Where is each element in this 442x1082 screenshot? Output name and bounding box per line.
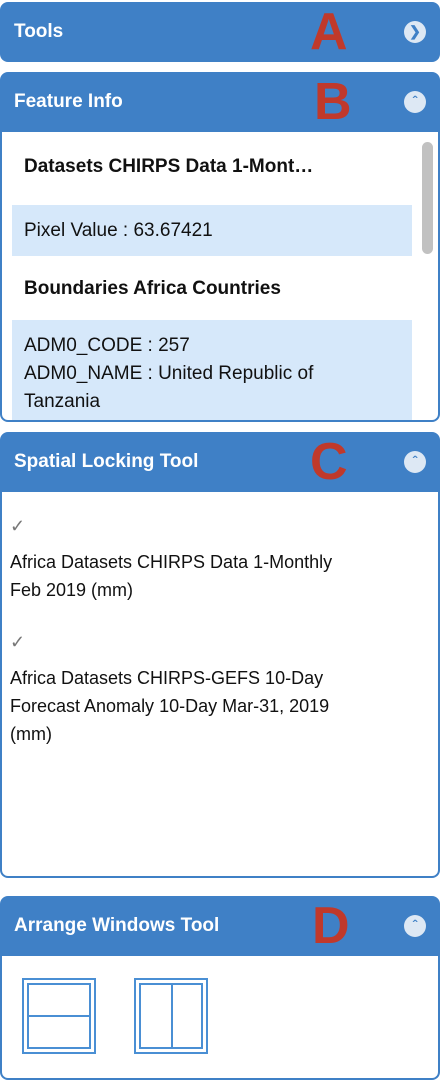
feature-info-title: Feature Info bbox=[14, 91, 123, 112]
marker-b: B bbox=[314, 73, 352, 131]
lock-layer-label-2: Africa Datasets CHIRPS-GEFS 10-Day Forec… bbox=[10, 664, 428, 748]
scrollbar-thumb[interactable] bbox=[422, 142, 433, 254]
spatial-locking-body: ✓ Africa Datasets CHIRPS Data 1-Monthly … bbox=[0, 492, 440, 878]
tools-title: Tools bbox=[14, 21, 64, 42]
lock-layer-2-line-1: Africa Datasets CHIRPS-GEFS 10-Day bbox=[10, 668, 324, 688]
tools-panel: Tools A ❯ bbox=[0, 2, 440, 62]
adm0-name: ADM0_NAME : United Republic of bbox=[24, 363, 314, 384]
adm0-name-cont: Tanzania bbox=[24, 391, 101, 412]
arrange-windows-panel: Arrange Windows Tool D ˆ bbox=[0, 896, 440, 1080]
marker-a: A bbox=[310, 3, 348, 61]
pixel-value-row: Pixel Value : 63.67421 bbox=[12, 205, 412, 256]
lock-layer-label-1: Africa Datasets CHIRPS Data 1-Monthly Fe… bbox=[10, 548, 428, 604]
lock-layer-1-line-2: Feb 2019 (mm) bbox=[10, 580, 134, 600]
spatial-locking-header[interactable]: Spatial Locking Tool C ˆ bbox=[0, 432, 440, 492]
chevron-up-icon[interactable]: ˆ bbox=[404, 915, 426, 937]
feature-info-header[interactable]: Feature Info B ˆ bbox=[0, 72, 440, 132]
lock-layer-1-line-1: Africa Datasets CHIRPS Data 1-Monthly bbox=[10, 552, 333, 572]
feature-info-panel: Feature Info B ˆ Datasets CHIRPS Data 1-… bbox=[0, 72, 440, 422]
arrange-windows-title: Arrange Windows Tool bbox=[14, 915, 220, 936]
lock-checkbox-2[interactable]: ✓ bbox=[10, 633, 26, 651]
feature-info-scrollbar[interactable] bbox=[418, 132, 436, 420]
chevron-right-icon[interactable]: ❯ bbox=[404, 21, 426, 43]
boundaries-heading: Boundaries Africa Countries bbox=[24, 278, 281, 299]
marker-d: D bbox=[312, 897, 350, 955]
spatial-locking-title: Spatial Locking Tool bbox=[14, 451, 199, 472]
lock-layer-2-line-2: Forecast Anomaly 10-Day Mar-31, 2019 bbox=[10, 696, 330, 716]
tools-header[interactable]: Tools A ❯ bbox=[0, 2, 440, 62]
chevron-up-icon[interactable]: ˆ bbox=[404, 91, 426, 113]
arrange-windows-header[interactable]: Arrange Windows Tool D ˆ bbox=[0, 896, 440, 956]
vertical-split-icon[interactable] bbox=[134, 978, 208, 1054]
spatial-locking-panel: Spatial Locking Tool C ˆ ✓ Africa Datase… bbox=[0, 432, 440, 878]
horizontal-split-icon[interactable] bbox=[22, 978, 96, 1054]
dataset-heading: Datasets CHIRPS Data 1-Mont… bbox=[24, 156, 314, 177]
lock-layer-2-line-3: (mm) bbox=[10, 724, 52, 744]
adm0-code: ADM0_CODE : 257 bbox=[24, 335, 190, 356]
chevron-up-icon[interactable]: ˆ bbox=[404, 451, 426, 473]
arrange-windows-body bbox=[0, 956, 440, 1080]
boundary-attributes-row: ADM0_CODE : 257 ADM0_NAME : United Repub… bbox=[12, 320, 412, 420]
marker-c: C bbox=[310, 433, 348, 491]
feature-info-body[interactable]: Datasets CHIRPS Data 1-Mont… Pixel Value… bbox=[0, 132, 440, 422]
lock-checkbox-1[interactable]: ✓ bbox=[10, 517, 26, 535]
